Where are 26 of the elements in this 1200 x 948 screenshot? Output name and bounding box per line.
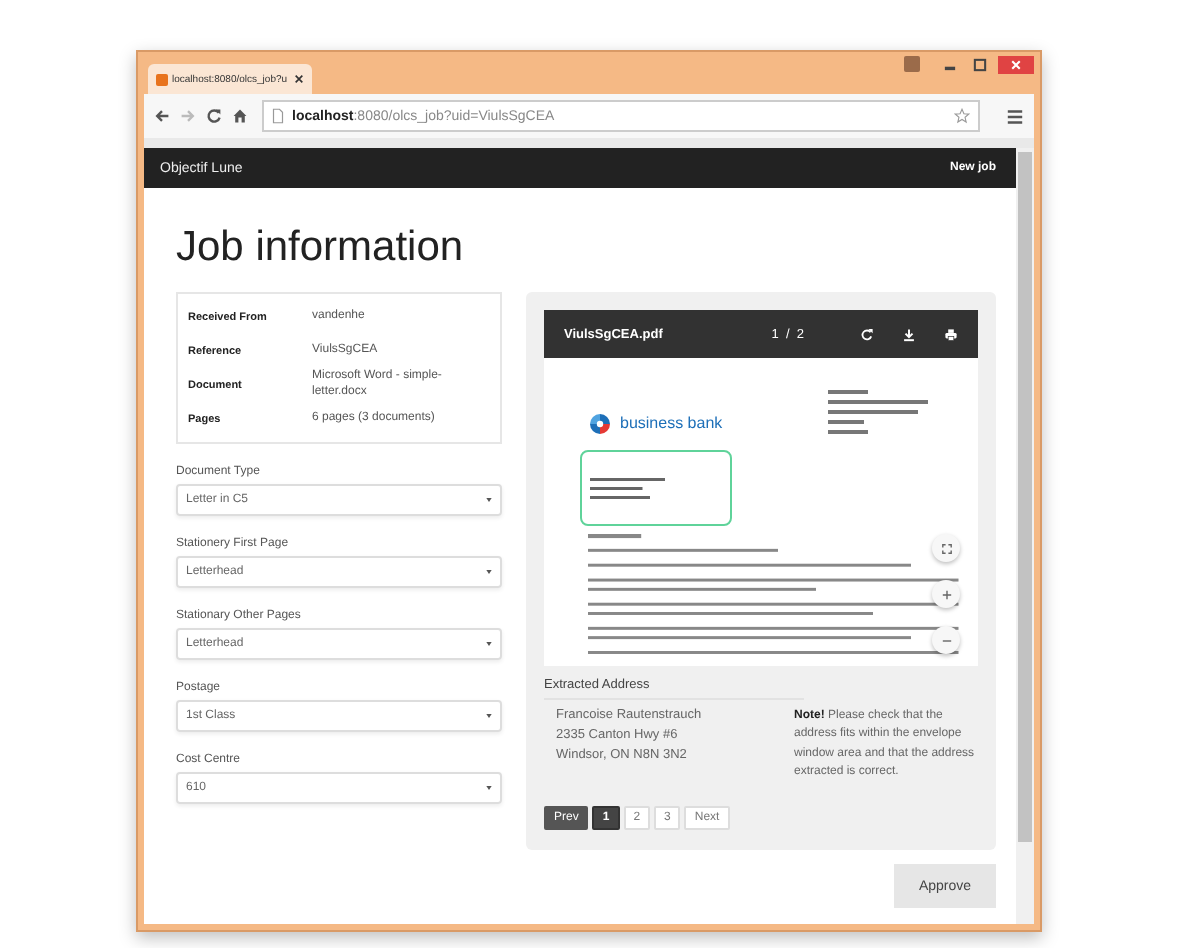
logo-text: business bank xyxy=(620,414,723,432)
home-icon[interactable] xyxy=(232,108,248,124)
caret-icon xyxy=(486,498,492,502)
maximize-icon[interactable] xyxy=(968,56,992,74)
menu-icon[interactable] xyxy=(1006,107,1024,125)
caret-icon xyxy=(486,714,492,718)
scrollbar[interactable] xyxy=(1016,148,1034,924)
logo-icon xyxy=(588,411,612,435)
print-icon[interactable] xyxy=(944,327,958,341)
fit-page-icon xyxy=(939,541,953,555)
reload-icon[interactable] xyxy=(206,108,222,124)
back-icon[interactable] xyxy=(154,108,170,124)
caret-icon xyxy=(486,642,492,646)
zoom-in-button[interactable] xyxy=(932,580,960,608)
close-icon[interactable] xyxy=(294,74,304,84)
caret-icon xyxy=(486,786,492,790)
favicon-icon xyxy=(156,73,168,85)
star-icon[interactable] xyxy=(954,108,970,124)
page-icon xyxy=(272,108,284,124)
fit-page-button[interactable] xyxy=(932,534,960,562)
zoom-in-icon xyxy=(939,587,953,601)
zoom-out-button[interactable] xyxy=(932,626,960,654)
download-icon[interactable] xyxy=(902,327,916,341)
rotate-icon[interactable] xyxy=(860,327,874,341)
page-heading: Job information xyxy=(176,224,466,272)
caret-icon xyxy=(486,570,492,574)
